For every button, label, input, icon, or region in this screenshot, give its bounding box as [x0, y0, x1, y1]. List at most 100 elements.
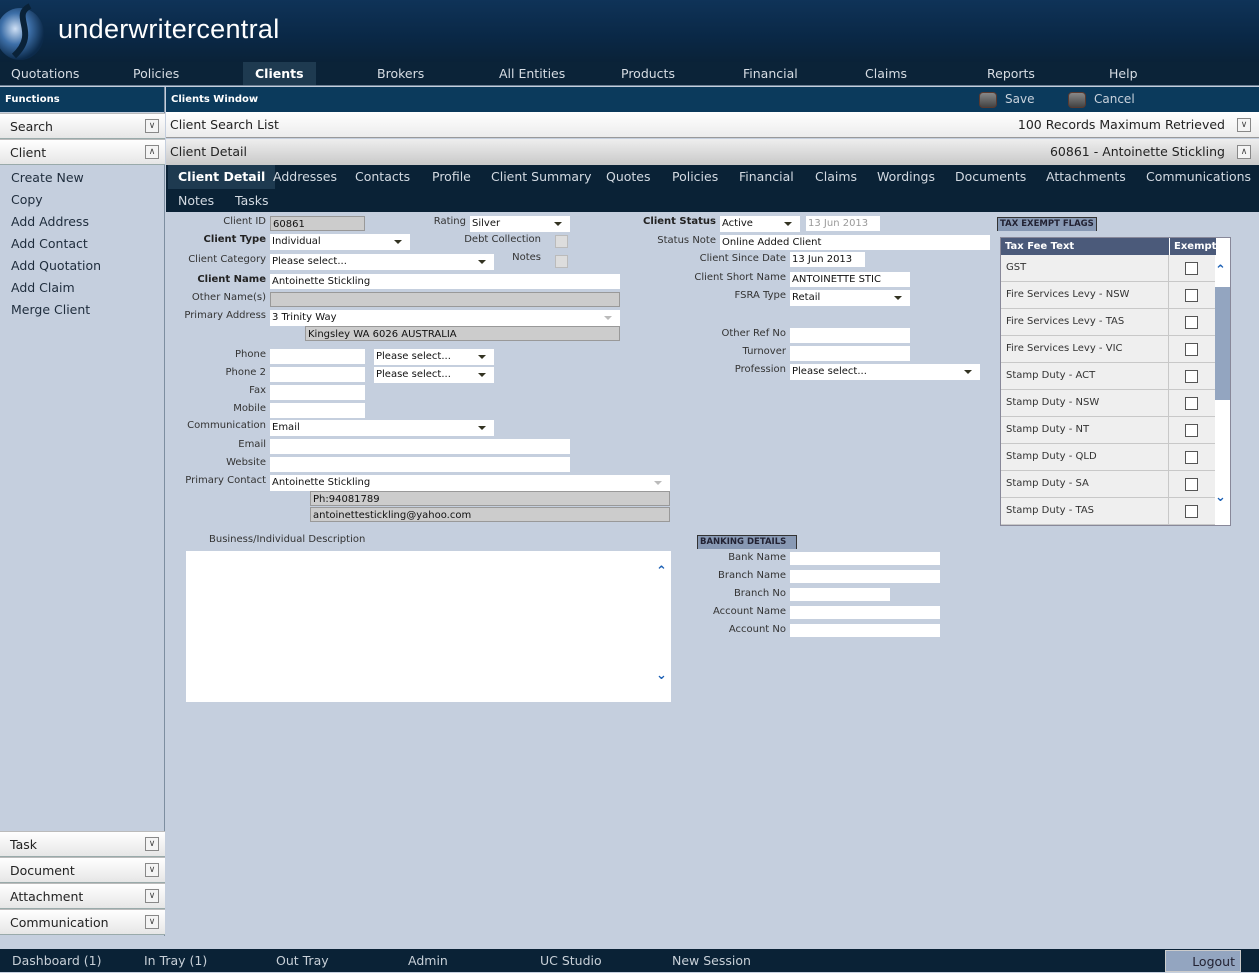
fsra-type-select[interactable]: Retail: [790, 290, 910, 306]
chevron-up-icon[interactable]: ∧: [1237, 145, 1251, 159]
tab-communications[interactable]: Communications: [1136, 165, 1259, 189]
exempt-checkbox[interactable]: [1185, 316, 1198, 329]
footer-new-session[interactable]: New Session: [672, 949, 751, 972]
chevron-down-icon[interactable]: ∨: [145, 863, 159, 877]
turnover-input[interactable]: [790, 346, 910, 361]
footer-dashboard[interactable]: Dashboard (1): [12, 949, 102, 972]
field-9-select[interactable]: Please select...: [374, 349, 494, 365]
scroll-down-icon[interactable]: ⌄: [1215, 490, 1226, 505]
field-11-select[interactable]: Please select...: [374, 367, 494, 383]
field-18-input[interactable]: Ph:94081789: [310, 491, 670, 506]
tab-claims[interactable]: Claims: [805, 165, 867, 189]
field-19-input[interactable]: antoinettestickling@yahoo.com: [310, 507, 670, 522]
sidebar-client[interactable]: Client ∧: [0, 139, 165, 165]
nav-clients[interactable]: Clients: [243, 62, 316, 85]
account-no-input[interactable]: [790, 624, 940, 637]
footer-out-tray[interactable]: Out Tray: [276, 949, 329, 972]
dropdown-arrow-icon[interactable]: [478, 426, 486, 430]
exempt-checkbox[interactable]: [1185, 370, 1198, 383]
branch-name-input[interactable]: [790, 570, 940, 583]
exempt-checkbox[interactable]: [1185, 397, 1198, 410]
phone-input[interactable]: [270, 349, 365, 364]
client-type-select[interactable]: Individual: [270, 234, 410, 250]
tab-contacts[interactable]: Contacts: [345, 165, 420, 189]
dropdown-arrow-icon[interactable]: [604, 316, 612, 320]
footer-uc-studio[interactable]: UC Studio: [540, 949, 602, 972]
nav-claims[interactable]: Claims: [854, 62, 907, 85]
mobile-input[interactable]: [270, 403, 365, 418]
nav-quotations[interactable]: Quotations: [0, 62, 79, 85]
sidebar-communication[interactable]: Communication ∨: [0, 909, 165, 935]
description-textarea[interactable]: [186, 551, 671, 702]
tab-documents[interactable]: Documents: [945, 165, 1036, 189]
dropdown-arrow-icon[interactable]: [478, 260, 486, 264]
nav-policies[interactable]: Policies: [122, 62, 179, 85]
exempt-checkbox[interactable]: [1185, 289, 1198, 302]
function-add-contact[interactable]: Add Contact: [11, 236, 88, 251]
nav-all-entities[interactable]: All Entities: [488, 62, 565, 85]
save-button[interactable]: Save: [979, 90, 1034, 109]
logout-button[interactable]: Logout: [1165, 950, 1241, 972]
primary-contact-select[interactable]: Antoinette Stickling: [270, 475, 670, 491]
scroll-up-icon[interactable]: ⌃: [1215, 263, 1226, 278]
other-ref-no-input[interactable]: [790, 328, 910, 343]
primary-address-select[interactable]: 3 Trinity Way: [270, 310, 620, 326]
debt-collection-checkbox[interactable]: [555, 235, 568, 248]
dropdown-arrow-icon[interactable]: [784, 222, 792, 226]
phone-2-input[interactable]: [270, 367, 365, 382]
tab-tasks[interactable]: Tasks: [225, 189, 279, 213]
client-name-input[interactable]: Antoinette Stickling: [270, 274, 620, 289]
chevron-down-icon[interactable]: ∨: [145, 119, 159, 133]
client-since-date-input[interactable]: 13 Jun 2013: [790, 252, 865, 267]
chevron-down-icon[interactable]: ∨: [145, 837, 159, 851]
status-note-input[interactable]: Online Added Client: [720, 235, 990, 250]
client-id-input[interactable]: 60861: [270, 216, 365, 231]
tab-financial[interactable]: Financial: [729, 165, 804, 189]
tab-policies[interactable]: Policies: [662, 165, 728, 189]
tab-client-detail[interactable]: Client Detail: [168, 165, 276, 189]
tab-attachments[interactable]: Attachments: [1036, 165, 1136, 189]
function-add-claim[interactable]: Add Claim: [11, 280, 75, 295]
scroll-down-icon[interactable]: ⌄: [656, 668, 667, 683]
nav-brokers[interactable]: Brokers: [366, 62, 424, 85]
tab-profile[interactable]: Profile: [422, 165, 481, 189]
footer-admin[interactable]: Admin: [408, 949, 448, 972]
function-create-new[interactable]: Create New: [11, 170, 84, 185]
footer-in-tray[interactable]: In Tray (1): [144, 949, 207, 972]
exempt-checkbox[interactable]: [1185, 505, 1198, 518]
tab-quotes[interactable]: Quotes: [596, 165, 661, 189]
account-name-input[interactable]: [790, 606, 940, 619]
nav-reports[interactable]: Reports: [976, 62, 1035, 85]
chevron-down-icon[interactable]: ∨: [145, 889, 159, 903]
dropdown-arrow-icon[interactable]: [894, 296, 902, 300]
exempt-checkbox[interactable]: [1185, 424, 1198, 437]
scroll-up-icon[interactable]: ⌃: [656, 564, 667, 579]
dropdown-arrow-icon[interactable]: [478, 373, 486, 377]
dropdown-arrow-icon[interactable]: [554, 222, 562, 226]
exempt-checkbox[interactable]: [1185, 451, 1198, 464]
rating-select[interactable]: Silver: [470, 216, 570, 232]
client-status-select[interactable]: Active: [720, 216, 800, 232]
dropdown-arrow-icon[interactable]: [394, 240, 402, 244]
communication-select[interactable]: Email: [270, 420, 494, 436]
chevron-down-icon[interactable]: ∨: [145, 915, 159, 929]
dropdown-arrow-icon[interactable]: [478, 355, 486, 359]
client-category-select[interactable]: Please select...: [270, 254, 494, 270]
branch-no-input[interactable]: [790, 588, 890, 601]
sidebar-attachment[interactable]: Attachment ∨: [0, 883, 165, 909]
exempt-checkbox[interactable]: [1185, 343, 1198, 356]
function-copy[interactable]: Copy: [11, 192, 43, 207]
website-input[interactable]: [270, 457, 570, 472]
field-7-input[interactable]: Kingsley WA 6026 AUSTRALIA: [305, 326, 620, 341]
chevron-down-icon[interactable]: ∨: [1237, 118, 1251, 132]
client-search-list-panel[interactable]: Client Search List 100 Records Maximum R…: [166, 112, 1259, 138]
profession-select[interactable]: Please select...: [790, 364, 980, 380]
tab-client-summary[interactable]: Client Summary: [481, 165, 602, 189]
field-21-input[interactable]: 13 Jun 2013: [806, 216, 880, 231]
client-detail-panel[interactable]: Client Detail 60861 - Antoinette Stickli…: [166, 139, 1259, 165]
exempt-checkbox[interactable]: [1185, 478, 1198, 491]
tab-notes[interactable]: Notes: [168, 189, 224, 213]
function-add-address[interactable]: Add Address: [11, 214, 89, 229]
tab-addresses[interactable]: Addresses: [263, 165, 347, 189]
email-input[interactable]: [270, 439, 570, 454]
